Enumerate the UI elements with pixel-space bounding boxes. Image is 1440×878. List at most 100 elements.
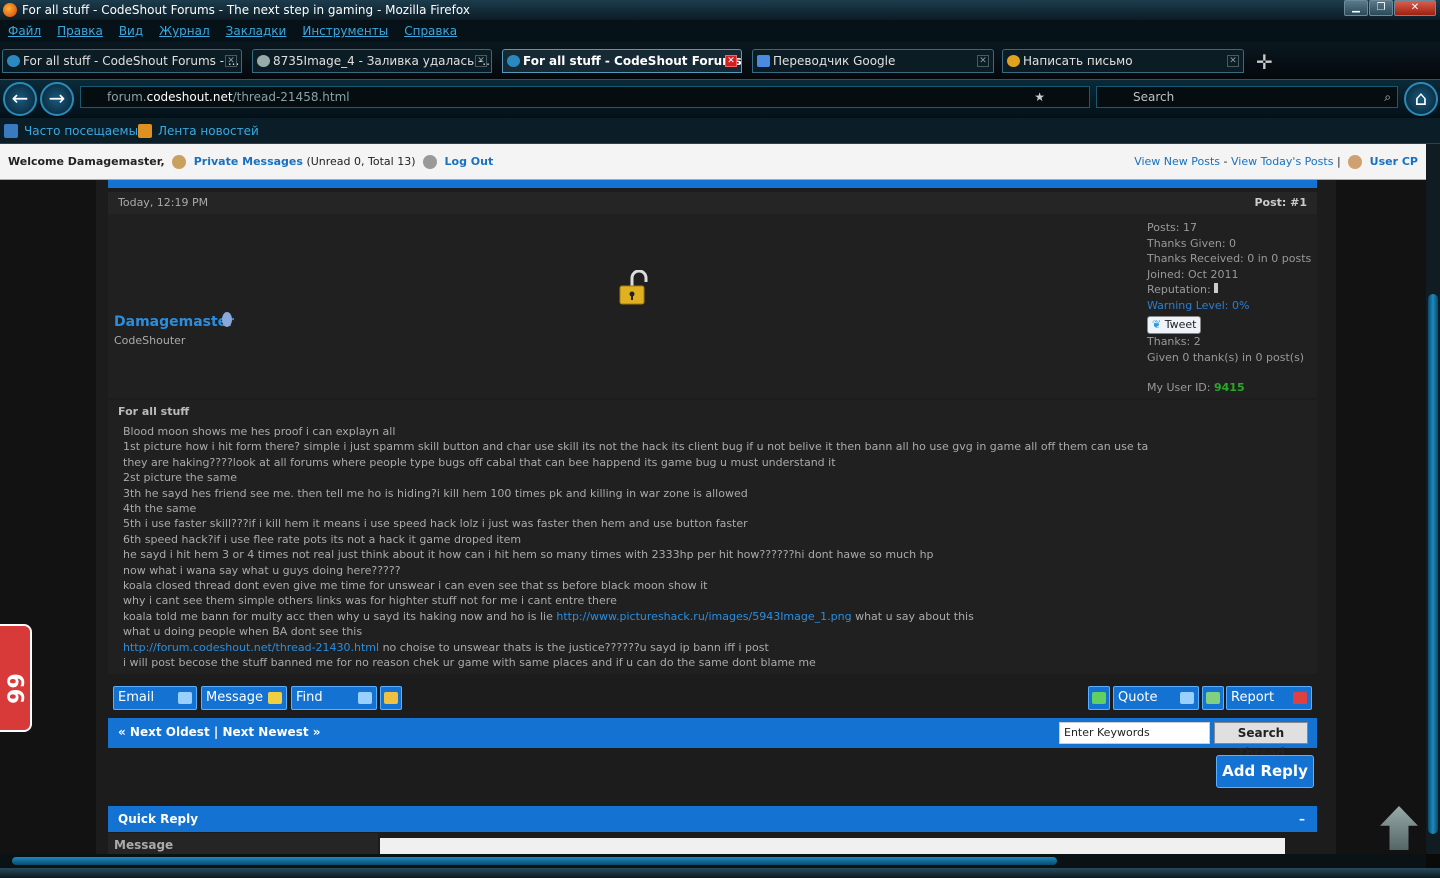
tab-label: 8735Image_4 - Заливка удалась -...: [273, 54, 492, 68]
post-line: 1st picture how i hit form there? simple…: [123, 440, 1149, 454]
horizontal-scroll-thumb[interactable]: [12, 857, 1057, 865]
email-button[interactable]: Email: [113, 686, 197, 710]
power-icon: [423, 155, 437, 169]
stat-thanks: Thanks: 2: [1147, 335, 1201, 348]
window-controls: ▁ ❐ ✕: [1344, 0, 1436, 18]
post-number-link[interactable]: Post: #1: [1254, 192, 1307, 214]
vertical-scrollbar[interactable]: [1426, 144, 1440, 854]
reply-button[interactable]: [1202, 686, 1224, 710]
side-widget-tab[interactable]: 99: [0, 624, 32, 732]
message-icon: [268, 692, 282, 704]
close-tab-icon[interactable]: ✕: [977, 55, 989, 67]
view-new-posts-link[interactable]: View New Posts: [1134, 155, 1220, 168]
thumbs-up-icon: [384, 692, 398, 704]
post-line: why i cant see them simple others links …: [123, 594, 617, 608]
search-box[interactable]: Search ⌕: [1096, 86, 1398, 108]
tab-google-translate[interactable]: Переводчик Google ✕: [752, 49, 994, 73]
thanks-button[interactable]: [380, 686, 402, 710]
user-status-icon: [222, 312, 232, 327]
stat-thanks-received: Thanks Received: 0 in 0 posts: [1147, 252, 1312, 265]
post-line: 5th i use faster skill???if i kill hem i…: [123, 517, 748, 531]
warning-level-link[interactable]: Warning Level: 0%: [1147, 298, 1311, 314]
report-button[interactable]: Report: [1226, 686, 1312, 710]
search-thread-button[interactable]: Search Thread: [1214, 722, 1308, 760]
quote-button[interactable]: Quote: [1113, 686, 1199, 710]
bookmark-news-feed[interactable]: Лента новостей: [138, 118, 259, 144]
back-arrow-icon[interactable]: ←: [3, 82, 37, 116]
stat-user-id: My User ID: 9415: [1147, 381, 1245, 394]
menu-bookmarks[interactable]: Закладки: [226, 20, 287, 42]
tweet-row: ❦ Tweet: [1147, 313, 1311, 334]
post-message: Blood moon shows me hes proof i can expl…: [123, 424, 1303, 671]
quote-bubble-icon: [1180, 692, 1194, 704]
url-bar[interactable]: forum.codeshout.net/thread-21458.html ★: [80, 86, 1090, 108]
logout-link[interactable]: Log Out: [445, 155, 494, 168]
menu-file[interactable]: Файл: [8, 20, 41, 42]
menu-help[interactable]: Справка: [404, 20, 457, 42]
bookmark-star-icon[interactable]: ★: [1034, 87, 1045, 107]
minimize-button[interactable]: ▁: [1344, 0, 1368, 16]
welcome-bar: Welcome Damagemaster, Private Messages (…: [0, 144, 1440, 180]
post-line: 6th speed hack?if i use flee rate pots i…: [123, 532, 522, 546]
post-line: i will post becose the stuff banned me f…: [123, 656, 816, 670]
new-tab-icon[interactable]: ✛: [1256, 50, 1273, 74]
menu-view[interactable]: Вид: [119, 20, 143, 42]
close-window-button[interactable]: ✕: [1394, 0, 1436, 16]
scroll-to-top-icon[interactable]: [1380, 806, 1418, 850]
search-icon[interactable]: ⌕: [1384, 87, 1391, 107]
find-button[interactable]: Find: [291, 686, 377, 710]
image-icon: [257, 55, 270, 67]
bookmark-most-visited[interactable]: Часто посещаемые: [4, 118, 145, 144]
close-tab-icon[interactable]: ✕: [1227, 55, 1239, 67]
stat-reputation: Reputation:: [1147, 282, 1311, 298]
nav-separator: |: [213, 725, 219, 739]
private-messages-link[interactable]: Private Messages: [194, 155, 303, 168]
tab-label: Написать письмо: [1023, 54, 1133, 68]
keywords-input[interactable]: Enter Keywords: [1059, 722, 1210, 744]
close-tab-icon[interactable]: ✕: [225, 55, 237, 67]
message-button[interactable]: Message: [201, 686, 287, 710]
edit-button[interactable]: [1088, 686, 1110, 710]
menu-edit[interactable]: Правка: [57, 20, 103, 42]
tweet-button[interactable]: ❦ Tweet: [1147, 316, 1202, 334]
quick-reply-editor[interactable]: [380, 838, 1285, 854]
collapse-button[interactable]: –: [1299, 806, 1305, 832]
view-todays-posts-link[interactable]: View Today's Posts: [1231, 155, 1333, 168]
close-tab-icon[interactable]: ✕: [725, 55, 737, 67]
tab-image-upload[interactable]: 8735Image_4 - Заливка удалась -... ✕: [252, 49, 492, 73]
post-line: they are haking????look at all forums wh…: [123, 455, 836, 469]
close-tab-icon[interactable]: ✕: [475, 55, 487, 67]
link-pipe: |: [1336, 155, 1341, 168]
next-newest-link[interactable]: Next Newest »: [222, 725, 320, 739]
link-separator: -: [1223, 155, 1228, 168]
menu-tools[interactable]: Инструменты: [302, 20, 388, 42]
user-cp-link[interactable]: User CP: [1370, 155, 1418, 168]
reputation-bar-icon: [1214, 283, 1219, 293]
stat-given: Given 0 thank(s) in 0 post(s): [1147, 350, 1305, 364]
maximize-button[interactable]: ❐: [1369, 0, 1393, 16]
menu-history[interactable]: Журнал: [159, 20, 210, 42]
envelope-icon: [178, 692, 192, 704]
post-line: koala closed thread dont even give me ti…: [123, 579, 708, 593]
google-translate-icon: [757, 55, 770, 67]
pencil-icon: [1092, 692, 1106, 704]
tab-write-mail[interactable]: Написать письмо ✕: [1002, 49, 1244, 73]
post-line: 3th he sayd hes friend see me. then tell…: [123, 486, 748, 500]
home-icon[interactable]: ⌂: [1404, 82, 1438, 116]
tab-codeshout-1[interactable]: For all stuff - CodeShout Forums - ... ✕: [2, 49, 242, 73]
post-date: Today, 12:19 PM: [118, 196, 209, 209]
user-cp-icon: [1348, 155, 1363, 169]
pictureshack-link[interactable]: http://www.pictureshack.ru/images/5943Im…: [556, 610, 851, 623]
post-author-name[interactable]: Damagemaster: [114, 314, 234, 330]
forward-arrow-icon[interactable]: →: [40, 82, 74, 116]
welcome-greeting: Welcome Damagemaster,: [8, 155, 165, 168]
thread-link[interactable]: http://forum.codeshout.net/thread-21430.…: [123, 641, 379, 654]
vertical-scroll-thumb[interactable]: [1428, 294, 1438, 834]
os-taskbar: [0, 868, 1440, 878]
add-reply-button[interactable]: Add Reply: [1216, 755, 1314, 788]
tab-codeshout-active[interactable]: For all stuff - CodeShout Forums ... ✕: [502, 49, 742, 73]
horizontal-scrollbar[interactable]: [0, 854, 1426, 868]
find-user-icon: [358, 692, 372, 704]
menu-bar: Файл Правка Вид Журнал Закладки Инструме…: [0, 20, 1440, 42]
next-oldest-link[interactable]: « Next Oldest: [118, 725, 210, 739]
